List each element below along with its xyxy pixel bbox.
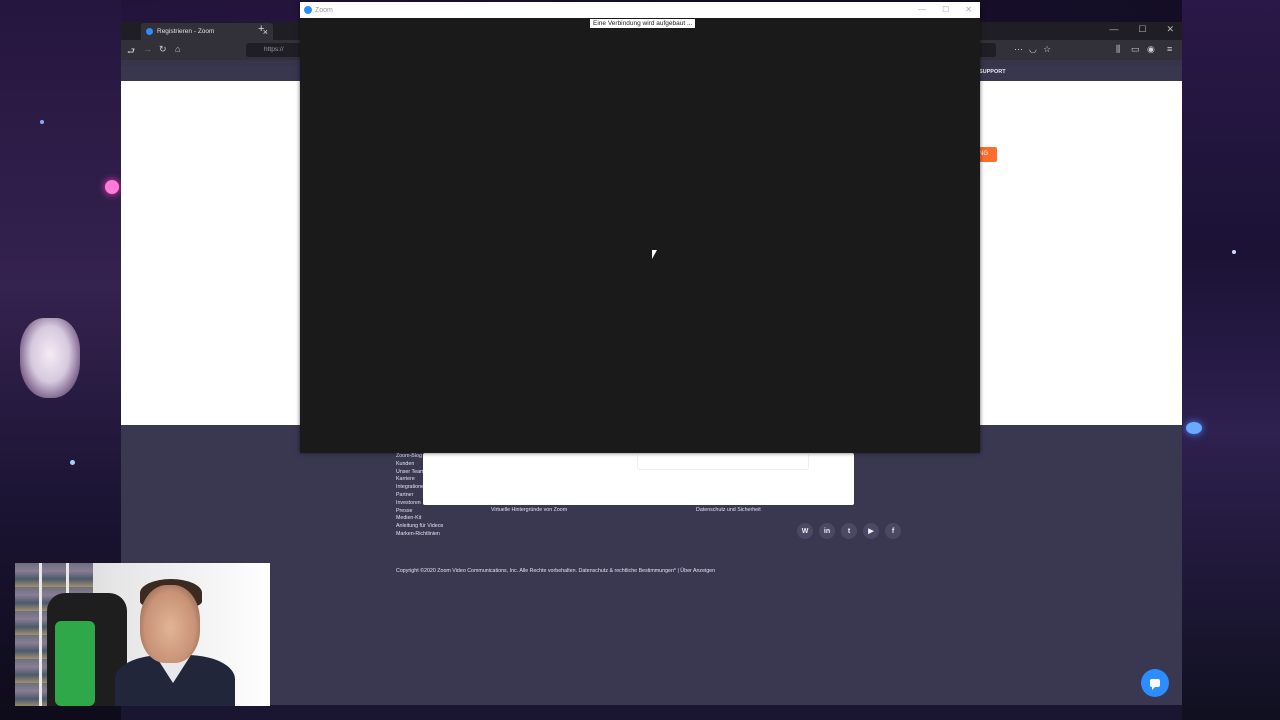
footer-link[interactable]: Medien-Kit	[396, 515, 443, 523]
desktop-wallpaper-bottom	[121, 705, 1182, 720]
footer-link[interactable]: Presse	[396, 508, 443, 516]
youtube-icon[interactable]: ▶	[863, 523, 879, 539]
minimize-icon[interactable]: —	[918, 5, 926, 14]
zoom-client-window: Zoom — ☐ ✕ Eine Verbindung wird aufgebau…	[300, 2, 980, 453]
hamburger-menu-icon[interactable]: ≡	[1167, 44, 1172, 54]
linkedin-icon[interactable]: in	[819, 523, 835, 539]
reload-icon[interactable]: ↻	[159, 44, 167, 55]
footer-link[interactable]: Anleitung für Videos	[396, 523, 443, 531]
browser-tab-registrieren[interactable]: Registrieren - Zoom ×	[141, 23, 273, 40]
site-footer: Zoom-Blog Kunden Unser Team Karriere Int…	[121, 425, 1182, 705]
chat-bubble-icon	[1150, 679, 1160, 690]
signup-button[interactable]: NG	[979, 147, 997, 162]
sidebar-icon[interactable]: ▭	[1131, 44, 1140, 55]
zoom-title-bar[interactable]: Zoom — ☐ ✕	[300, 2, 980, 18]
webcam-overlay	[15, 563, 270, 706]
neon-light	[105, 180, 119, 194]
close-icon[interactable]: ✕	[965, 5, 972, 14]
minimize-icon[interactable]: —	[1109, 24, 1118, 35]
mouse-cursor-icon	[651, 249, 657, 259]
neon-light	[70, 460, 75, 465]
maximize-icon[interactable]: ☐	[1138, 24, 1146, 35]
zoom-favicon-icon	[146, 28, 153, 35]
footer-link-virtual-backgrounds[interactable]: Virtuelle Hintergründe von Zoom	[491, 507, 567, 513]
bookmark-star-icon[interactable]: ☆	[1043, 44, 1051, 55]
url-text: https://	[264, 46, 284, 53]
wordpress-icon[interactable]: W	[797, 523, 813, 539]
person-head	[140, 585, 200, 663]
forward-arrow-icon[interactable]: →	[143, 44, 152, 54]
social-links: W in t ▶ f	[797, 523, 901, 539]
tab-title: Registrieren - Zoom	[157, 28, 215, 35]
home-icon[interactable]: ⌂	[175, 44, 180, 54]
copyright-text: Copyright ©2020 Zoom Video Communication…	[396, 568, 716, 574]
twitter-icon[interactable]: t	[841, 523, 857, 539]
chat-button[interactable]	[1141, 669, 1169, 697]
footer-link-privacy-security[interactable]: Datenschutz und Sicherheit	[696, 507, 761, 513]
neon-light	[1232, 250, 1236, 254]
back-arrow-icon[interactable]: ⮐	[127, 44, 135, 60]
account-icon[interactable]: ◉	[1147, 44, 1155, 55]
zoom-logo-icon	[304, 6, 312, 14]
footer-link[interactable]: Marken-Richtlinien	[396, 531, 443, 539]
neon-light	[40, 120, 44, 124]
dropdown-overlay-panel	[423, 453, 854, 505]
pocket-icon[interactable]: ◡	[1029, 44, 1037, 55]
browser-window-controls: — ☐ ✕	[1109, 24, 1174, 35]
connection-status-label: Eine Verbindung wird aufgebaut ...	[590, 19, 696, 28]
close-icon[interactable]: ✕	[1166, 24, 1174, 35]
new-tab-button[interactable]: +	[258, 23, 264, 35]
zoom-window-controls: — ☐ ✕	[918, 5, 972, 14]
overlay-input-field[interactable]	[637, 455, 809, 470]
gaming-chair-accent	[55, 621, 95, 706]
facebook-icon[interactable]: f	[885, 523, 901, 539]
maximize-icon[interactable]: ☐	[942, 5, 949, 14]
zoom-window-title: Zoom	[315, 6, 333, 14]
support-link[interactable]: SUPPORT	[979, 69, 1006, 75]
neon-light	[1186, 422, 1202, 434]
overflow-menu-icon[interactable]: ⋯	[1014, 44, 1023, 55]
wallpaper-face-art	[20, 318, 80, 398]
desktop-wallpaper-right	[1182, 0, 1280, 720]
library-icon[interactable]: ⫼	[1116, 44, 1120, 55]
